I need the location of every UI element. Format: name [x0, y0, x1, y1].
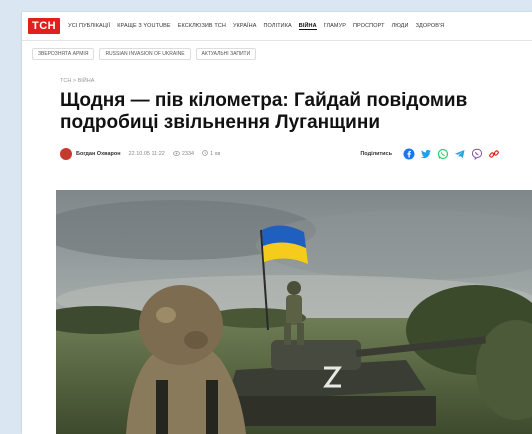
tag-chip[interactable]: ЗВЕРОЗНЯТА АРМІЯ — [32, 48, 95, 60]
nav-item-all[interactable]: УСІ ПУБЛІКАЦІЇ — [68, 23, 110, 29]
nav-item-war[interactable]: ВІЙНА — [298, 23, 317, 30]
tag-bar: ЗВЕРОЗНЯТА АРМІЯ RUSSIAN INVASION OF UKR… — [22, 41, 532, 60]
nav-item-politics[interactable]: ПОЛІТИКА — [263, 23, 291, 29]
share-block: Поділитись — [360, 148, 500, 160]
nav-item-exclusive[interactable]: ЕКСКЛЮЗИВ ТСН — [178, 23, 226, 29]
nav-item-people[interactable]: ЛЮДИ — [392, 23, 409, 29]
author-name[interactable]: Богдан Охварон — [76, 151, 121, 157]
read-time: 1 хв — [210, 151, 221, 157]
view-count: 2334 — [181, 151, 195, 157]
nav-item-youtube[interactable]: КРАЩЕ З YOUTUBE — [117, 23, 170, 29]
eye-icon — [172, 150, 180, 158]
twitter-icon[interactable] — [420, 148, 432, 160]
viber-icon[interactable] — [471, 148, 483, 160]
nav-item-health[interactable]: ЗДОРОВ'Я — [416, 23, 445, 29]
telegram-icon[interactable] — [454, 148, 466, 160]
nav-item-glamour[interactable]: ГЛАМУР — [324, 23, 346, 29]
top-navigation: ТСН УСІ ПУБЛІКАЦІЇ КРАЩЕ З YOUTUBE ЕКСКЛ… — [22, 12, 532, 41]
breadcrumb[interactable]: ТСН > ВІЙНА — [60, 78, 532, 84]
author-avatar[interactable] — [60, 148, 72, 160]
link-icon[interactable] — [488, 148, 500, 160]
article-title: Щодня — пів кілометра: Гайдай повідомив … — [60, 90, 468, 133]
photo-scene — [56, 190, 532, 434]
facebook-icon[interactable] — [403, 148, 415, 160]
tag-chip[interactable]: АКТУАЛЬНІ ЗАПИТИ — [195, 48, 257, 60]
publish-date: 22.10.05 11:22 — [128, 151, 165, 157]
clock-icon — [202, 150, 208, 158]
share-label: Поділитись — [360, 151, 392, 157]
article-meta: Богдан Охварон 22.10.05 11:22 2334 1 хв … — [60, 148, 500, 160]
tsn-logo[interactable]: ТСН — [28, 18, 61, 34]
nav-item-ukraine[interactable]: УКРАЇНА — [233, 23, 257, 29]
nav-item-prosport[interactable]: ПРОСПОРТ — [353, 23, 385, 29]
tag-chip[interactable]: RUSSIAN INVASION OF UKRAINE — [99, 48, 191, 60]
article-page: ТСН УСІ ПУБЛІКАЦІЇ КРАЩЕ З YOUTUBE ЕКСКЛ… — [22, 12, 532, 434]
whatsapp-icon[interactable] — [437, 148, 449, 160]
article-photo[interactable] — [56, 190, 532, 434]
